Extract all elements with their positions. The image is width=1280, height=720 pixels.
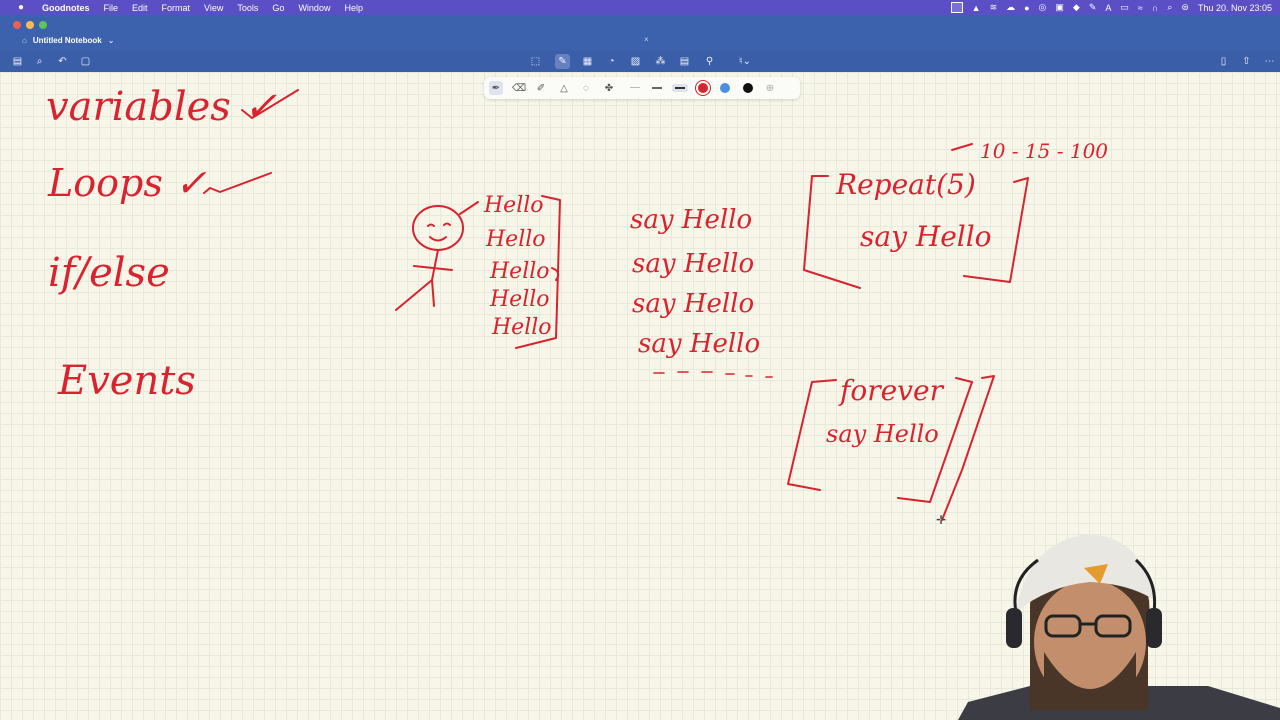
blue-color-swatch[interactable] (720, 83, 730, 93)
close-tab-icon[interactable]: × (644, 35, 649, 44)
chevron-down-icon[interactable]: ⌄ (108, 36, 115, 45)
control-center-icon[interactable]: ⊜ (1181, 2, 1189, 13)
shield-icon[interactable]: ◆ (1073, 2, 1080, 13)
undo-icon[interactable]: ↶ (55, 54, 70, 69)
home-icon[interactable]: ⌂ (22, 36, 27, 45)
elements-tool-icon[interactable]: ⁂ (653, 54, 668, 69)
laser-pointer-icon[interactable]: ⚲ (702, 54, 717, 69)
share-icon[interactable]: ⇧ (1239, 54, 1254, 69)
select-tool-icon[interactable]: ⬚ (528, 54, 543, 69)
clock[interactable]: Thu 20. Nov 23:05 (1198, 3, 1272, 13)
app-menu[interactable]: Goodnotes (42, 3, 90, 13)
sticky-note-icon[interactable]: ▤ (677, 54, 692, 69)
minimize-window-button[interactable] (26, 21, 34, 29)
upload-icon[interactable]: ▲ (972, 3, 981, 13)
menu-help[interactable]: Help (344, 3, 363, 13)
window-titlebar: ⌂ Untitled Notebook ⌄ × (0, 15, 1280, 51)
sticker-icon[interactable]: ✤ (602, 81, 616, 95)
image-tool-icon[interactable]: ▨ (628, 54, 643, 69)
cloud-icon[interactable]: ☁ (1006, 2, 1015, 13)
microphone-icon[interactable]: ♮⌄ (734, 54, 756, 69)
pen-tool-icon[interactable]: ✎ (555, 54, 570, 69)
fountain-pen-icon[interactable]: ✒ (489, 81, 503, 95)
shape-tool-icon[interactable]: ◔ (604, 54, 619, 69)
webcam-overlay (958, 534, 1280, 720)
status-area: ▲ ≋ ☁ ● ◎ ▣ ◆ ✎ A ▭ ≈ ∩ ⌕ ⊜ Thu 20. Nov … (950, 0, 1272, 15)
highlighter-icon[interactable]: ✐ (534, 81, 548, 95)
chrome-icon[interactable]: ◎ (1039, 2, 1047, 13)
text-icon[interactable]: A (1105, 3, 1111, 13)
add-color-icon[interactable]: ⊕ (763, 81, 777, 95)
apple-menu-icon[interactable]: ● (18, 2, 32, 13)
pen-icon[interactable]: ✎ (1089, 2, 1097, 13)
eraser-icon[interactable]: ⌫ (512, 81, 526, 95)
pen-options-bar: ✒ ⌫ ✐ △ ◌ ✤ ⊕ (484, 77, 800, 99)
black-color-swatch[interactable] (743, 83, 753, 93)
headphones-left-cup (1006, 608, 1022, 648)
zoom-window-button[interactable] (39, 21, 47, 29)
main-toolbar: ▤ ⌕ ↶ ▢ ⬚ ✎ ▦ ◔ ▨ ⁂ ▤ ⚲ ♮⌄ ▯ ⇧ ⋯ (0, 51, 1280, 72)
sidebar-icon[interactable]: ▤ (10, 54, 25, 69)
tab-title: Untitled Notebook (32, 35, 102, 45)
document-tab[interactable]: ⌂ Untitled Notebook ⌄ (22, 33, 114, 47)
menu-go[interactable]: Go (272, 3, 284, 13)
battery-icon[interactable]: ▭ (1120, 2, 1129, 13)
menu-bar: ● Goodnotes File Edit Format View Tools … (0, 0, 1280, 15)
medium-stroke-option[interactable] (652, 87, 662, 89)
headphones-right-cup (1146, 608, 1162, 648)
more-icon[interactable]: ⋯ (1262, 54, 1277, 69)
search-icon[interactable]: ⌕ (1167, 2, 1172, 13)
menu-edit[interactable]: Edit (132, 3, 148, 13)
page-icon[interactable]: ▢ (78, 54, 93, 69)
search-icon[interactable]: ⌕ (32, 54, 47, 69)
menu-tools[interactable]: Tools (237, 3, 258, 13)
headphones-icon[interactable]: ∩ (1152, 3, 1158, 13)
menu-window[interactable]: Window (298, 3, 330, 13)
thick-stroke-option[interactable] (672, 84, 688, 92)
screen-record-icon[interactable] (950, 2, 963, 13)
red-color-swatch[interactable] (698, 83, 708, 93)
grid-tool-icon[interactable]: ▦ (580, 54, 595, 69)
wifi-alt-icon[interactable]: ≋ (990, 2, 998, 13)
shape-pen-icon[interactable]: △ (557, 81, 571, 95)
document-icon[interactable]: ▯ (1216, 54, 1231, 69)
thin-stroke-option[interactable] (630, 87, 640, 88)
window-icon[interactable]: ▣ (1055, 2, 1064, 13)
play-icon[interactable]: ● (1024, 3, 1029, 13)
wifi-icon[interactable]: ≈ (1138, 3, 1143, 13)
menu-view[interactable]: View (204, 3, 223, 13)
menu-file[interactable]: File (104, 3, 119, 13)
lasso-icon[interactable]: ◌ (579, 81, 593, 95)
close-window-button[interactable] (13, 21, 21, 29)
menu-format[interactable]: Format (162, 3, 191, 13)
